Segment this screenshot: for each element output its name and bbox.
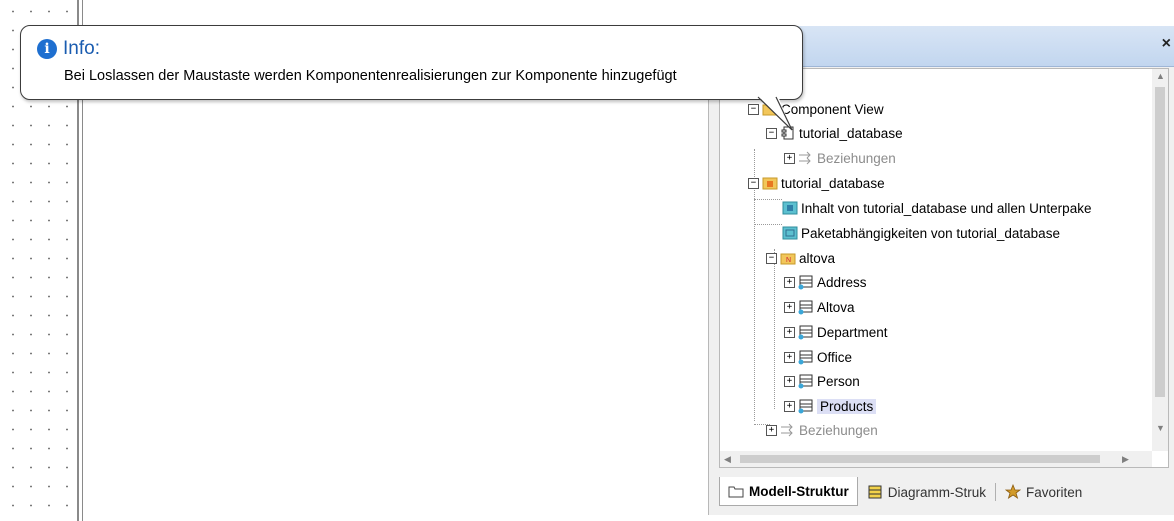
class-icon: [798, 349, 814, 365]
tree-guide: [754, 224, 782, 225]
diagram-icon: [782, 200, 798, 216]
tree-item-label: Department: [817, 324, 888, 340]
tree-item-class-selected[interactable]: + Products: [784, 396, 877, 416]
info-tooltip: i Info: Bei Loslassen der Maustaste werd…: [20, 25, 803, 100]
class-icon: [798, 299, 814, 315]
tree-item-label: Component View: [781, 101, 884, 117]
package-icon: [762, 175, 778, 191]
scroll-left-icon[interactable]: ◀: [724, 454, 731, 465]
tab-modell-struktur[interactable]: Modell-Struktur: [719, 477, 858, 506]
horizontal-scrollbar[interactable]: ◀ ▶: [720, 451, 1152, 467]
relations-icon: [798, 150, 814, 166]
close-icon[interactable]: ×: [1162, 35, 1171, 53]
scroll-thumb[interactable]: [740, 455, 1100, 463]
expand-icon[interactable]: +: [784, 152, 795, 164]
tree-item-dependencies-diagram[interactable]: Paketabhängigkeiten von tutorial_databas…: [782, 223, 1060, 243]
tree-item-label: Office: [817, 349, 853, 365]
tree-item-label: Products: [817, 398, 877, 414]
tree-guide: [774, 249, 775, 409]
scroll-down-icon[interactable]: ▼: [1156, 423, 1165, 433]
info-icon: i: [37, 39, 57, 59]
tree-item-label: Altova: [817, 299, 855, 315]
tree-item-relations[interactable]: + Beziehungen: [784, 148, 896, 168]
tree-item-label: Address: [817, 274, 867, 290]
tree-item-label: altova: [799, 250, 836, 266]
tooltip-tail: [757, 96, 793, 131]
tab-label: Diagramm-Struk: [887, 484, 987, 500]
tree-item-altova[interactable]: − N altova: [766, 248, 835, 268]
tree-item-label: Beziehungen: [799, 422, 878, 438]
tab-favoriten[interactable]: Favoriten: [996, 478, 1091, 506]
scroll-thumb[interactable]: [1155, 87, 1165, 397]
expand-icon[interactable]: +: [784, 400, 795, 412]
tree-item-label: Inhalt von tutorial_database und allen U…: [801, 200, 1092, 216]
scroll-right-icon[interactable]: ▶: [1122, 454, 1129, 465]
tree-item-class[interactable]: + Office: [784, 347, 852, 367]
tab-diagramm-struktur[interactable]: Diagramm-Struk: [858, 478, 995, 506]
tree-item-label: tutorial_database: [781, 175, 885, 191]
collapse-icon[interactable]: −: [766, 252, 777, 264]
tree-item-class[interactable]: + Altova: [784, 297, 855, 317]
tree-item-class[interactable]: + Address: [784, 272, 867, 292]
diagram-icon: [782, 225, 798, 241]
tree-item-label: tutorial_database: [799, 125, 903, 141]
tab-label: Favoriten: [1026, 484, 1083, 500]
expand-icon[interactable]: +: [784, 351, 795, 363]
expand-icon[interactable]: +: [784, 326, 795, 338]
panel-tabs: Modell-Struktur Diagramm-Struk Favoriten: [719, 476, 1091, 506]
namespace-folder-icon: N: [780, 250, 796, 266]
folder-outline-icon: [728, 483, 744, 499]
expand-icon[interactable]: +: [784, 375, 795, 387]
tooltip-title: Info:: [63, 38, 100, 59]
class-icon: [798, 398, 814, 414]
tree-item-content-diagram[interactable]: Inhalt von tutorial_database und allen U…: [782, 198, 1091, 218]
collapse-icon[interactable]: −: [748, 177, 759, 189]
class-icon: [798, 274, 814, 290]
relations-icon: [780, 422, 796, 438]
expand-icon[interactable]: +: [766, 424, 777, 436]
tooltip-message: Bei Loslassen der Maustaste werden Kompo…: [64, 68, 677, 84]
tree-item-class[interactable]: + Person: [784, 371, 860, 391]
class-icon: [798, 373, 814, 389]
tree-item-package[interactable]: − tutorial_database: [748, 173, 885, 193]
tree-guide: [754, 199, 782, 200]
diagram-tree-icon: [867, 484, 883, 500]
tree-item-label: Paketabhängigkeiten von tutorial_databas…: [801, 225, 1060, 241]
tree-item-label: Person: [817, 373, 860, 389]
expand-icon[interactable]: +: [784, 276, 795, 288]
tree-item-label: Beziehungen: [817, 150, 896, 166]
class-icon: [798, 324, 814, 340]
scroll-up-icon[interactable]: ▲: [1156, 71, 1165, 81]
star-icon: [1004, 483, 1022, 500]
expand-icon[interactable]: +: [784, 301, 795, 313]
tree-item-class[interactable]: + Department: [784, 322, 888, 342]
tab-label: Modell-Struktur: [749, 483, 849, 499]
tree-item-relations[interactable]: + Beziehungen: [766, 420, 878, 440]
svg-text:N: N: [786, 257, 791, 264]
vertical-scrollbar[interactable]: ▲ ▼: [1152, 69, 1168, 451]
